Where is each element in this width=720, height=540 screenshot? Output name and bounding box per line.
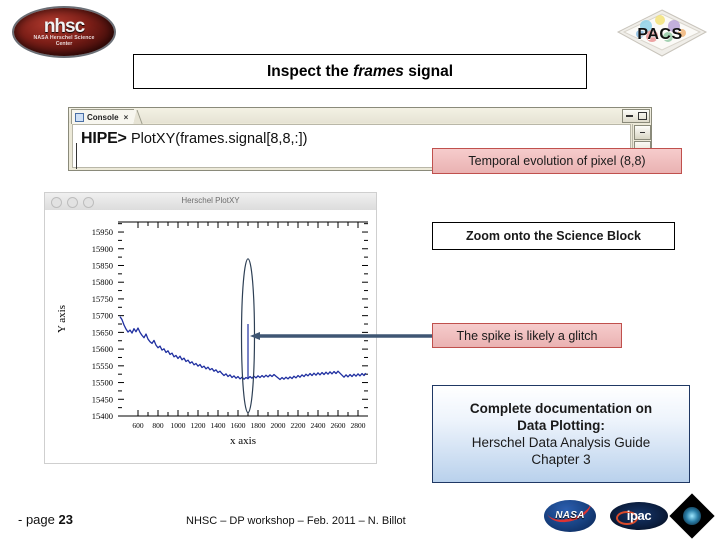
- callout-temporal-evolution: Temporal evolution of pixel (8,8): [432, 148, 682, 174]
- svg-text:15850: 15850: [92, 260, 113, 270]
- footer-credit: NHSC – DP workshop – Feb. 2011 – N. Bill…: [186, 515, 406, 527]
- svg-text:15650: 15650: [92, 327, 113, 337]
- svg-text:2000: 2000: [271, 421, 286, 430]
- page-title-text: Inspect the frames signal: [267, 63, 453, 81]
- callout-spike-glitch-text: The spike is likely a glitch: [456, 328, 598, 343]
- svg-text:1600: 1600: [231, 421, 246, 430]
- tab-console[interactable]: Console ×: [71, 109, 144, 125]
- svg-text:1000: 1000: [171, 421, 186, 430]
- svg-text:15450: 15450: [92, 394, 113, 404]
- pacs-logo: PACS: [616, 6, 708, 62]
- tab-console-label: Console: [87, 112, 119, 122]
- ipac-logo-label: ipac: [626, 508, 652, 523]
- console-command: PlotXY(frames.signal[8,8,:]): [130, 131, 308, 147]
- text-caret: [76, 143, 77, 169]
- page-number: - page 23: [18, 512, 73, 527]
- ipac-logo: ipac: [610, 502, 668, 530]
- svg-text:15950: 15950: [92, 227, 113, 237]
- nhsc-logo: nhsc NASA Herschel Science Center: [14, 8, 114, 56]
- plotxy-window: Herschel PlotXY 15400 15450 15500 15550 1560…: [44, 192, 377, 464]
- console-command-line: HIPE> PlotXY(frames.signal[8,8,:]): [81, 130, 307, 148]
- callout-doc-line-4: Chapter 3: [531, 452, 591, 467]
- nasa-logo-label: NASA: [555, 510, 585, 521]
- console-prompt: HIPE>: [81, 130, 131, 147]
- window-controls[interactable]: [622, 109, 650, 123]
- callout-zoom-science-block-text: Zoom onto the Science Block: [465, 229, 642, 243]
- page-title-suffix: signal: [403, 62, 454, 80]
- callout-temporal-evolution-text: Temporal evolution of pixel (8,8): [468, 154, 646, 168]
- page-number-value: 23: [58, 512, 73, 527]
- plotxy-window-title: Herschel PlotXY: [181, 196, 240, 205]
- page-title-prefix: Inspect the: [266, 62, 354, 80]
- plotxy-titlebar: Herschel PlotXY: [45, 193, 376, 211]
- svg-text:600: 600: [132, 421, 144, 430]
- svg-text:2800: 2800: [351, 421, 366, 430]
- slide-root: nhsc NASA Herschel Science Center PACS I…: [0, 0, 720, 540]
- nhsc-logo-subtitle-2: Center: [55, 40, 73, 47]
- svg-text:2400: 2400: [311, 421, 326, 430]
- nasa-logo: NASA: [544, 500, 596, 532]
- svg-text:Y axis: Y axis: [56, 305, 68, 333]
- callout-doc-line-2: Data Plotting:: [517, 418, 605, 433]
- spike-pointer-arrow: [250, 332, 434, 340]
- callout-spike-glitch: The spike is likely a glitch: [432, 323, 622, 348]
- scroll-up-button[interactable]: [634, 125, 651, 140]
- callout-documentation: Complete documentation on Data Plotting:…: [432, 385, 690, 483]
- svg-text:x axis: x axis: [230, 435, 256, 447]
- svg-text:15550: 15550: [92, 361, 113, 371]
- svg-text:15700: 15700: [92, 311, 113, 321]
- close-icon[interactable]: ×: [124, 113, 129, 122]
- svg-text:1800: 1800: [251, 421, 266, 430]
- pacs-logo-label: PACS: [637, 26, 683, 43]
- herschel-logo: [669, 493, 715, 539]
- nhsc-logo-wordmark: nhsc: [43, 15, 85, 37]
- svg-text:15900: 15900: [92, 244, 113, 254]
- svg-text:2200: 2200: [291, 421, 306, 430]
- tab-fold-decoration: [127, 110, 144, 125]
- minimize-icon[interactable]: [625, 115, 633, 117]
- callout-zoom-science-block: Zoom onto the Science Block: [432, 222, 675, 250]
- svg-text:2600: 2600: [331, 421, 346, 430]
- page-number-label: - page: [18, 512, 59, 527]
- svg-text:15600: 15600: [92, 344, 113, 354]
- herschel-glow-decoration: [679, 503, 705, 529]
- svg-text:800: 800: [152, 421, 164, 430]
- page-title: Inspect the frames signal: [133, 54, 587, 89]
- svg-text:15750: 15750: [92, 294, 113, 304]
- svg-text:1200: 1200: [191, 421, 206, 430]
- svg-text:15800: 15800: [92, 277, 113, 287]
- console-tabbar: Console ×: [69, 108, 651, 125]
- svg-text:15500: 15500: [92, 378, 113, 388]
- svg-text:15400: 15400: [92, 411, 113, 421]
- callout-doc-line-3: Herschel Data Analysis Guide: [471, 435, 651, 450]
- svg-text:1400: 1400: [211, 421, 226, 430]
- callout-doc-line-1: Complete documentation on: [469, 401, 653, 416]
- maximize-icon[interactable]: [637, 112, 647, 120]
- page-title-italic: frames: [353, 62, 404, 80]
- console-icon: [75, 112, 84, 122]
